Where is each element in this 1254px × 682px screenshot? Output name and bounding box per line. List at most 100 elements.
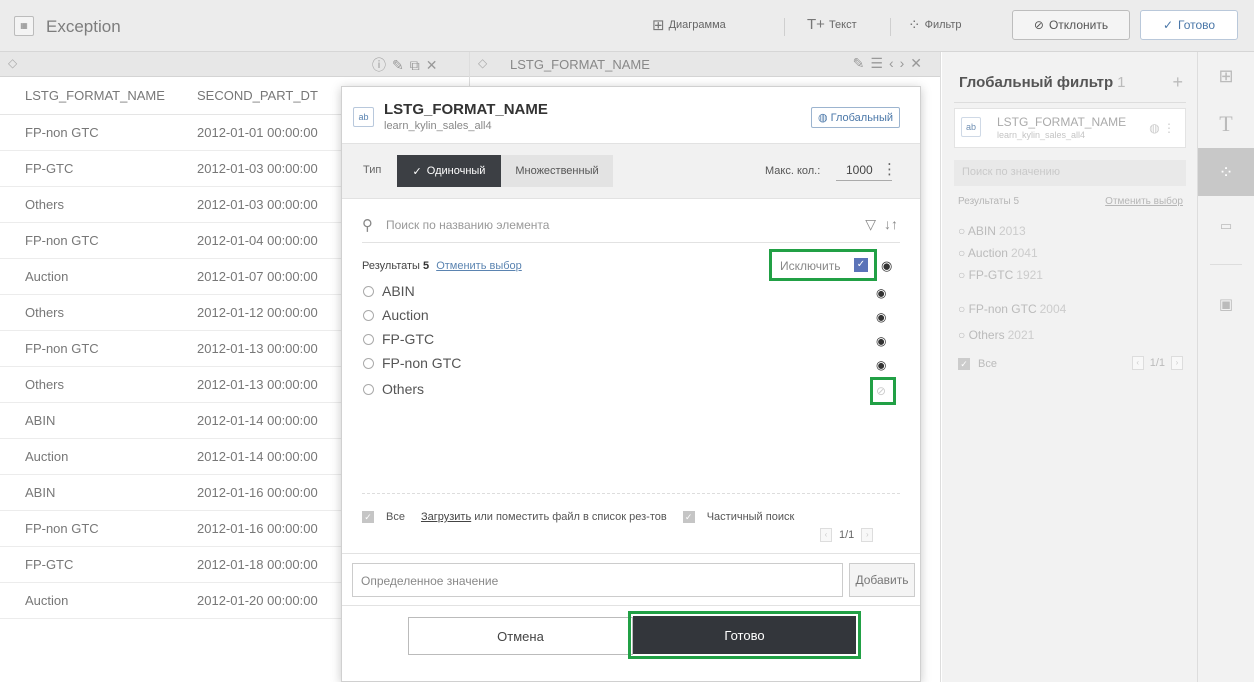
select-all-label: Все [386,511,405,523]
add-filter-icon[interactable]: + [1172,72,1183,93]
partial-search-label: Частичный поиск [706,511,795,523]
panel-actions[interactable]: ✎☰‹›✕ [853,55,928,72]
option-label: Others [968,328,1005,342]
divider [342,553,920,554]
sort-icon[interactable]: ↓↑ [884,216,898,232]
cell-format-name: Others [25,377,65,392]
cell-format-name: FP-GTC [25,557,74,572]
text-widget-icon[interactable]: T [1198,100,1254,148]
dialog-subtitle: learn_kylin_sales_all4 [384,120,492,132]
toolbar-divider [890,18,891,36]
field-source: learn_kylin_sales_all4 [997,130,1086,140]
exclude-toggle[interactable]: Исключить ✓ [769,249,877,281]
results-row: Результаты 5 Отменить выбор [362,260,522,272]
chart-widget-icon[interactable]: ⊞ [1198,52,1254,100]
cell-format-name: ABIN [25,485,56,500]
top-toolbar: ▦ Exception ⊞ Диаграмма T+ Текст ⁘ Фильт… [0,0,1254,52]
done-button[interactable]: Готово [633,616,856,654]
filter-option[interactable]: ○ Auction 2041 [958,246,1038,260]
done-toolbar-button[interactable]: ✓ Готово [1140,10,1238,40]
specific-value-input[interactable]: Определенное значение [352,563,843,597]
image-widget-icon[interactable]: ▭ [1198,202,1254,250]
right-icon-bar: ⊞ T ⁘ ▭ ▣ [1198,52,1254,682]
filter-option[interactable]: ○ FP-GTC 1921 [958,268,1043,282]
globe-icon: ◍ [818,112,828,124]
option-item[interactable]: FP-GTC [363,331,434,347]
exclude-label: Исключить [780,259,841,273]
globe-icon: ◍ ⋮ [1149,121,1175,135]
radio-icon [363,333,374,345]
eye-icon[interactable]: ◉ [876,334,886,348]
cell-format-name: Others [25,197,65,212]
column-header[interactable]: SECOND_PART_DT [195,88,345,103]
partial-search-checkbox[interactable]: ✓ [682,511,695,523]
exclude-checkbox[interactable]: ✓ [854,258,868,272]
search-icon: ⚲ [362,217,373,234]
element-search[interactable]: ⚲ Поиск по названию элемента ▽ ↓↑ [362,207,900,243]
search-input[interactable]: Поиск по названию элемента [386,218,549,232]
eye-icon[interactable]: ◉ [876,310,886,324]
pagination: ‹ 1/1 › [1131,356,1183,370]
global-filter-count: 1 [1117,74,1126,91]
select-all-checkbox[interactable]: ✓ Все [958,358,997,370]
page-indicator: 1/1 [1149,357,1165,369]
frame-widget-icon[interactable]: ▣ [1198,280,1254,328]
cell-date: 2012-01-16 00:00:00 [197,485,318,500]
divider [342,605,920,606]
cell-date: 2012-01-20 00:00:00 [197,593,318,608]
eye-off-icon: ⊘ [876,384,887,398]
option-item[interactable]: ABIN [363,283,415,299]
select-all-checkbox[interactable]: ✓ [362,511,374,523]
cell-format-name: Auction [25,593,69,608]
option-item[interactable]: Auction [363,307,429,323]
option-count: 2004 [1039,302,1067,316]
more-vertical-icon[interactable]: ⋮ [882,160,897,178]
filter-option[interactable]: ○ Others 2021 [958,328,1034,342]
filter-option[interactable]: ○ FP-non GTC 2004 [958,302,1066,316]
filter-button[interactable]: ⁘ Фильтр [908,16,962,34]
option-item[interactable]: FP-non GTC [363,355,461,371]
column-header[interactable]: LSTG_FORMAT_NAME [0,88,195,103]
upload-hint: или поместить файл в список рез-тов [474,511,667,523]
middle-panel-header: ◇ LSTG_FORMAT_NAME ✎☰‹›✕ [470,52,940,77]
eye-icon[interactable]: ◉ [876,286,886,300]
cell-date: 2012-01-14 00:00:00 [197,413,318,428]
prev-page-button[interactable]: ‹ [1131,356,1144,370]
filter-widget-icon[interactable]: ⁘ [1198,148,1254,196]
reject-button[interactable]: ⊘ Отклонить [1012,10,1130,40]
upload-link[interactable]: Загрузить [421,511,471,523]
cancel-button[interactable]: Отмена [408,617,633,655]
option-label: ABIN [382,283,415,299]
single-label: Одиночный [426,165,486,177]
string-type-icon: ab [353,107,374,127]
prev-page-button[interactable]: ‹ [820,528,832,542]
app-icon: ▦ [14,16,34,36]
cell-date: 2012-01-07 00:00:00 [197,269,318,284]
chart-button[interactable]: ⊞ Диаграмма [652,16,726,34]
cell-format-name: FP-non GTC [25,341,99,356]
next-page-button[interactable]: › [861,528,874,542]
filter-option[interactable]: ○ ABIN 2013 [958,224,1026,238]
value-search-input[interactable]: Поиск по значению [954,160,1186,186]
reject-label: Отклонить [1048,18,1109,32]
text-button[interactable]: T+ Текст [807,16,857,33]
radio-icon [363,309,374,321]
add-button[interactable]: Добавить [849,563,915,597]
cell-format-name: FP-non GTC [25,125,99,140]
eye-icon[interactable]: ◉ [876,358,886,372]
clear-selection-link[interactable]: Отменить выбор [1105,196,1183,207]
global-filter-panel: Глобальный фильтр 1 + ab LSTG_FORMAT_NAME… [942,52,1198,682]
multiple-type-button[interactable]: Множественный [501,155,613,187]
funnel-icon[interactable]: ▽ [865,216,876,233]
hidden-eye-toggle[interactable]: ⊘ [870,377,896,405]
option-item[interactable]: Others [363,381,424,397]
eye-icon[interactable]: ◉ [881,258,892,274]
next-page-button[interactable]: › [1171,356,1183,370]
global-filter-field[interactable]: ab LSTG_FORMAT_NAME learn_kylin_sales_al… [954,108,1186,148]
option-count: 1921 [1016,268,1043,282]
option-label: FP-non GTC [968,302,1037,316]
panel-actions[interactable]: ⓘ✎⧉✕ [372,55,443,75]
global-button[interactable]: ◍ Глобальный [811,107,901,128]
single-type-button[interactable]: ✓ Одиночный [397,155,501,187]
clear-selection-link[interactable]: Отменить выбор [436,260,522,272]
